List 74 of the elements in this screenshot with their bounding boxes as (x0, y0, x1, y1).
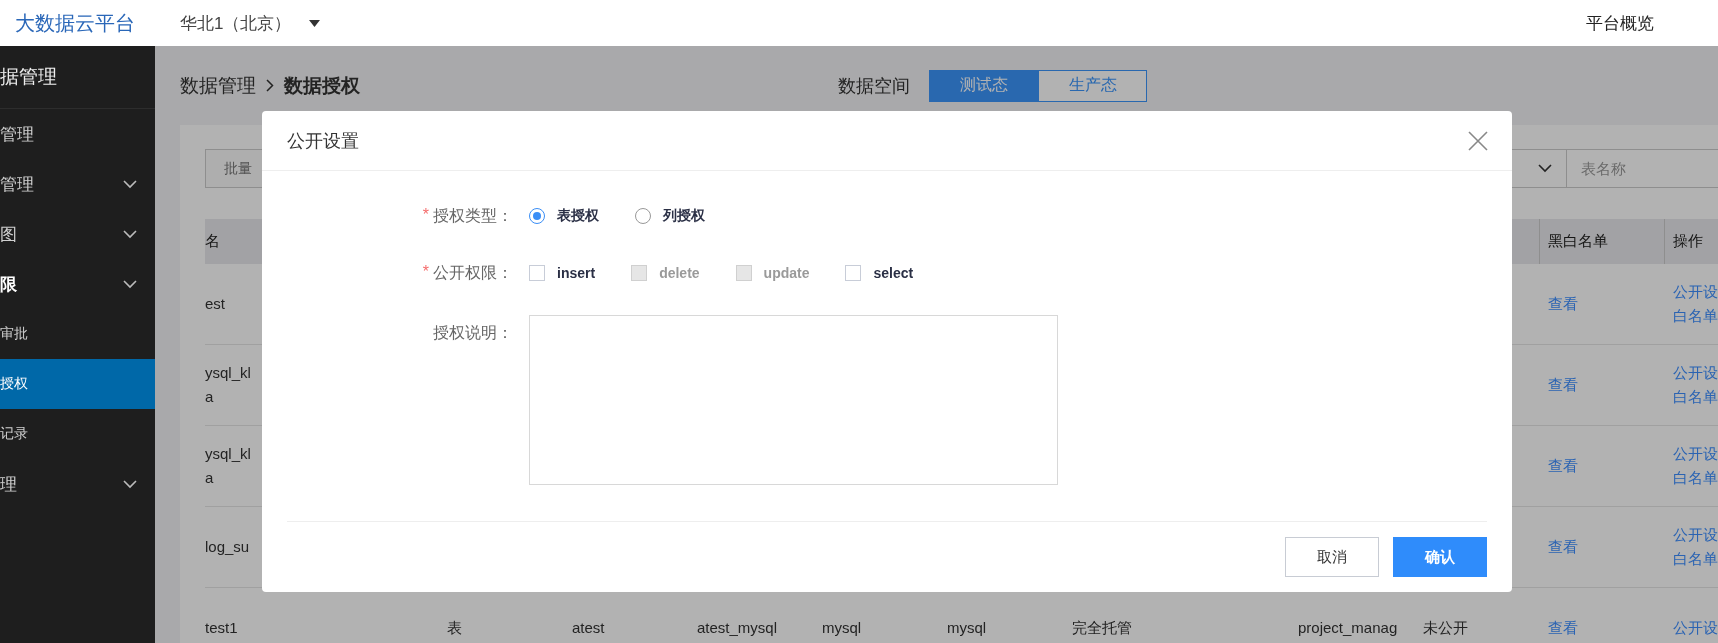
chevron-right-icon (266, 79, 274, 92)
table-cell-text: ysql_kl a (205, 363, 252, 407)
description-field[interactable] (529, 315, 1058, 485)
view-link[interactable]: 查看 (1548, 373, 1673, 397)
sidebar-item[interactable]: 审批 (0, 309, 155, 359)
required-mark: * (422, 205, 429, 225)
view-link[interactable]: 查看 (1548, 616, 1673, 640)
sidebar-item[interactable]: 管理 (0, 109, 155, 159)
sidebar-item[interactable]: 限 (0, 259, 155, 309)
table-cell-text: est (205, 294, 226, 314)
sidebar-item[interactable]: 图 (0, 209, 155, 259)
checkbox[interactable] (529, 265, 545, 281)
table-link[interactable]: 公开设 (1673, 361, 1718, 385)
field-label: 公开权限： (433, 262, 513, 283)
space-tab[interactable]: 生产态 (1038, 69, 1147, 102)
region-selector[interactable]: 华北1（北京） (180, 11, 292, 35)
checkbox-label: insert (557, 265, 596, 281)
table-cell-text: 未公开 (1423, 618, 1469, 638)
field-label: 授权说明： (433, 323, 513, 343)
table-cell-text: atest (572, 618, 606, 638)
checkbox-label: delete (659, 265, 700, 281)
column-header: 黑白名单 (1548, 232, 1608, 251)
search-field[interactable]: 表名称 (1566, 149, 1718, 188)
checkbox-label: update (763, 265, 810, 281)
table-cell-text: atest_mysql (697, 618, 779, 638)
chevron-down-icon (123, 179, 137, 189)
space-tab[interactable]: 测试态 (929, 69, 1038, 102)
table-cell-text: 表 (447, 618, 463, 638)
sidebar-item[interactable]: 理 (0, 459, 155, 509)
table-link[interactable]: 白名单 (1673, 385, 1718, 409)
table-cell-text: project_manag (1298, 618, 1399, 638)
sidebar-item[interactable]: 管理 (0, 159, 155, 209)
radio-button[interactable] (529, 208, 545, 224)
column-header: 操作 (1673, 232, 1703, 251)
table-cell-text: test1 (205, 618, 239, 638)
space-label: 数据空间 (838, 74, 910, 98)
table-cell-text: mysql (947, 618, 988, 638)
chevron-down-icon (123, 229, 137, 239)
table-cell-text: 完全托管 (1072, 618, 1133, 638)
table-link[interactable]: 白名单 (1673, 304, 1718, 328)
checkbox-label: select (873, 265, 914, 281)
checkbox[interactable] (845, 265, 862, 281)
table-link[interactable]: 白名单 (1673, 547, 1718, 571)
required-mark: * (422, 262, 429, 282)
cancel-button[interactable]: 取消 (1285, 537, 1379, 577)
view-link[interactable]: 查看 (1548, 535, 1673, 559)
caret-down-icon[interactable] (309, 19, 321, 27)
table-link[interactable]: 公开设 (1673, 523, 1718, 547)
radio-label: 表授权 (557, 207, 599, 225)
close-icon[interactable] (1468, 130, 1488, 151)
radio-label: 列授权 (663, 207, 705, 225)
table-link[interactable]: 公开设 (1673, 442, 1718, 466)
table-link[interactable]: 公开设 (1673, 280, 1718, 304)
logo-text[interactable]: 大数据云平台 (15, 9, 180, 37)
sidebar-title: 据管理 (0, 65, 57, 89)
table-link[interactable]: 白名单 (1673, 466, 1718, 490)
table-cell-text: log_su (205, 537, 251, 557)
column-header: 名 (205, 232, 220, 251)
chevron-down-icon (123, 479, 137, 489)
sidebar-item[interactable]: 记录 (0, 409, 155, 459)
view-link[interactable]: 查看 (1548, 454, 1673, 478)
chevron-down-icon (1538, 164, 1552, 173)
breadcrumb-current: 数据授权 (284, 73, 360, 98)
table-cell-text: ysql_kl a (205, 444, 252, 488)
chevron-down-icon (123, 279, 137, 289)
table-link[interactable]: 公开设 (1673, 616, 1718, 640)
breadcrumb-link[interactable]: 数据管理 (180, 72, 256, 99)
nav-link[interactable]: 平台概览 (1586, 11, 1654, 35)
radio-button[interactable] (635, 208, 651, 224)
table-cell-text: mysql (822, 618, 863, 638)
confirm-button[interactable]: 确认 (1393, 537, 1487, 577)
sidebar-item[interactable]: 授权 (0, 359, 155, 409)
view-link[interactable]: 查看 (1548, 292, 1673, 316)
field-label: 授权类型： (433, 205, 513, 226)
